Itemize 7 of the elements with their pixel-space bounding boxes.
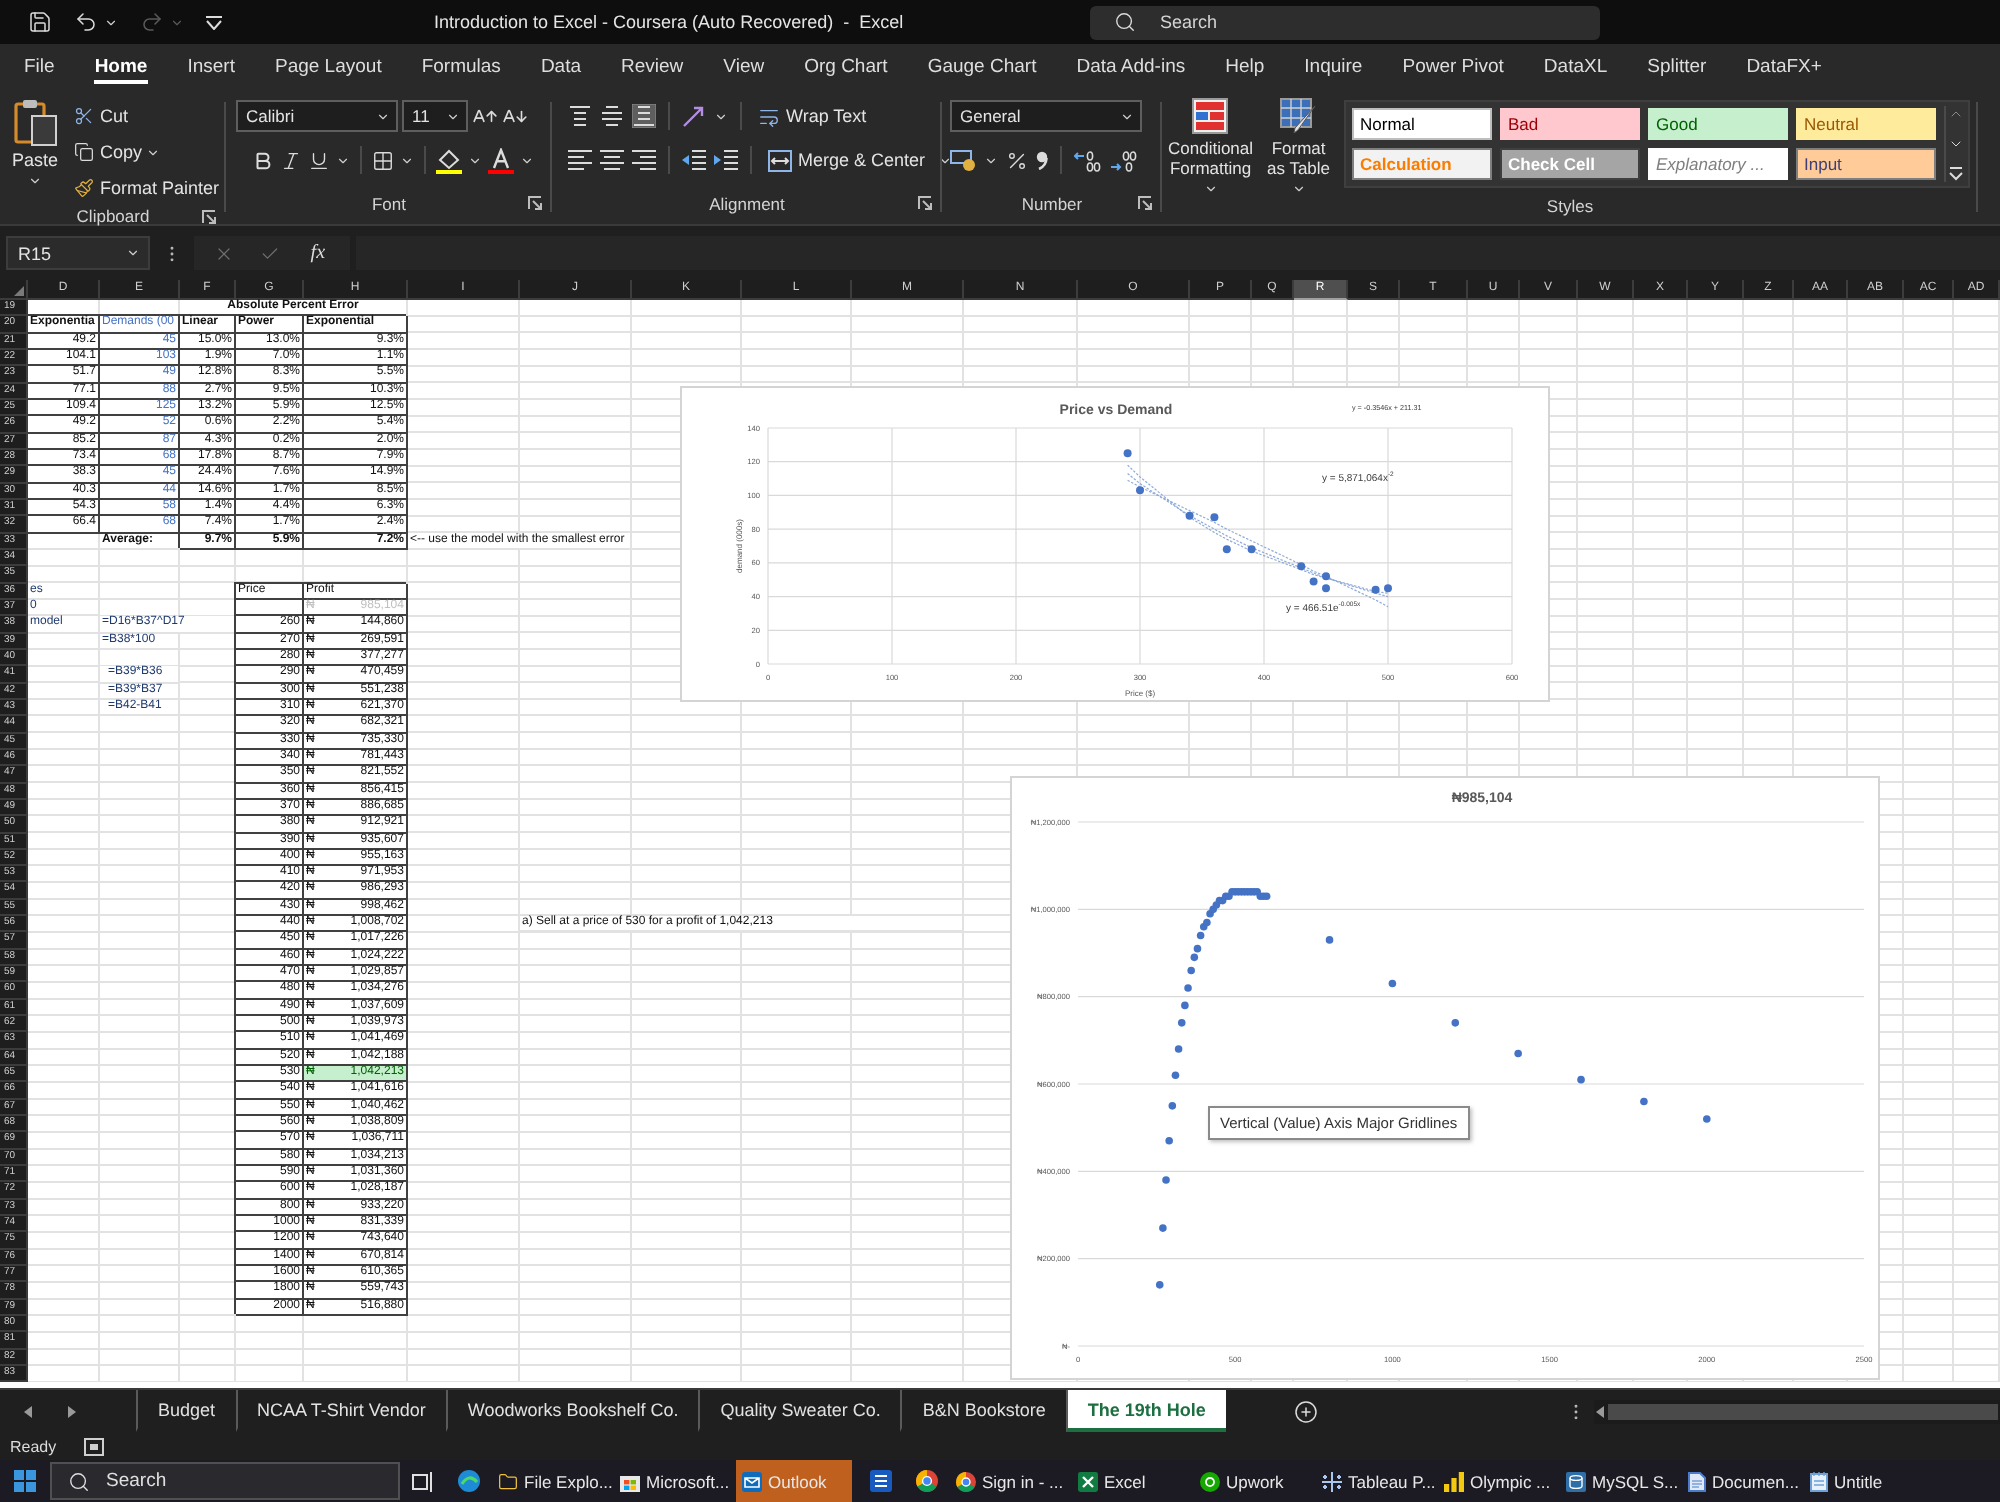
status-text: Ready: [10, 1437, 57, 1455]
group-label: Alignment: [709, 193, 785, 213]
window-title: Introduction to Excel - Coursera (Auto Recovered) - Excel: [434, 12, 906, 32]
group-label: Clipboard: [76, 206, 150, 226]
group-label: Number: [1021, 193, 1083, 213]
group-label: Styles: [1546, 196, 1594, 216]
group-label: Font: [371, 193, 406, 213]
